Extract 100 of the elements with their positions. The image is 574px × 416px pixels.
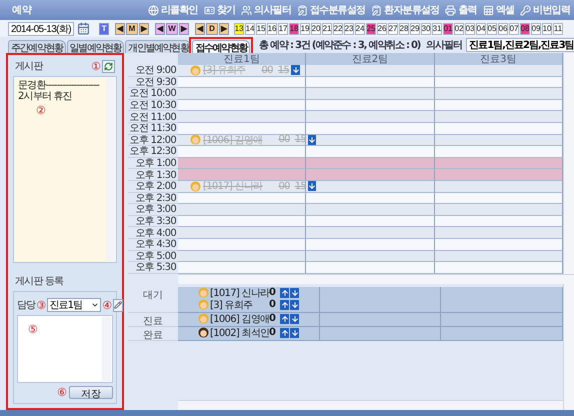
column-header: 진료2팀 — [306, 53, 435, 65]
arrow-down-icon[interactable] — [291, 65, 300, 76]
save-button[interactable]: 저장 — [69, 386, 113, 399]
day-button[interactable]: 29 — [410, 22, 420, 34]
day-button[interactable]: 15 — [256, 22, 266, 34]
callout-number: ③ — [36, 300, 46, 310]
callout-number: ⑥ — [57, 387, 67, 398]
time-slot-row[interactable] — [178, 158, 563, 170]
day-button[interactable]: 02 — [454, 22, 464, 34]
time-slot-row[interactable] — [178, 238, 563, 250]
horizontal-scrollbar[interactable] — [178, 274, 574, 284]
arrow-down-icon[interactable] — [308, 181, 316, 192]
time-slot-row[interactable] — [178, 204, 563, 216]
today-button[interactable]: T — [99, 22, 110, 34]
column-header: 진료1팀 — [178, 53, 306, 65]
notice-field[interactable]: 문경환------------------- 2시부터 휴진 ② — [13, 76, 117, 263]
tab[interactable]: 개인별예약현황 — [125, 40, 192, 53]
calendar-icon[interactable] — [77, 22, 90, 35]
day-button[interactable]: 11 — [553, 22, 564, 34]
section-title: 게시판 등록 — [15, 275, 64, 288]
time-slot-row[interactable] — [178, 216, 563, 228]
board-title: 게시판 — [15, 60, 43, 73]
time-slot-row[interactable] — [178, 227, 563, 239]
day-button[interactable]: 07 — [509, 22, 520, 34]
period-button[interactable]: W — [166, 22, 178, 34]
previous-button[interactable]: ◀ — [155, 22, 166, 34]
scrollbar[interactable] — [106, 78, 115, 261]
time-slot-row[interactable] — [178, 111, 563, 123]
patient-name[interactable]: [1017] 신나라 — [210, 286, 268, 300]
key-icon — [520, 4, 532, 16]
day-button[interactable]: 31 — [432, 22, 442, 34]
day-button[interactable]: 27 — [388, 22, 398, 34]
edit-button[interactable] — [113, 298, 124, 312]
period-button[interactable]: M — [126, 22, 138, 34]
tab[interactable]: 접수예약현황 — [192, 40, 250, 53]
globe-icon — [148, 4, 159, 16]
patient-name: [1017] 신나라 — [203, 180, 262, 194]
day-button[interactable]: 14 — [245, 22, 256, 34]
doctor-filter-field[interactable]: 진료1팀,진료2팀,진료3팀 — [466, 38, 574, 52]
day-button[interactable]: 05 — [487, 22, 498, 34]
day-button[interactable]: 06 — [498, 22, 508, 34]
day-button[interactable]: 01 — [443, 22, 454, 34]
arrow-up-icon[interactable] — [280, 288, 289, 298]
day-button[interactable]: 23 — [344, 22, 354, 34]
next-button[interactable]: ▶ — [139, 22, 150, 34]
day-button[interactable]: 20 — [311, 22, 322, 34]
arrow-up-icon[interactable] — [280, 300, 289, 310]
day-button[interactable]: 08 — [520, 22, 530, 34]
arrow-down-icon[interactable] — [308, 134, 316, 145]
column-header: 진료3팀 — [434, 53, 563, 65]
day-button[interactable]: 22 — [333, 22, 344, 34]
previous-button[interactable]: ◀ — [115, 22, 126, 34]
refresh-button[interactable] — [102, 60, 115, 72]
caret-icon — [91, 301, 100, 309]
arrow-down-icon[interactable] — [290, 328, 299, 338]
reservation-summary: 총 예약 : 3건 (예약준수 : 3, 예약취소 : 0) — [259, 39, 420, 52]
day-button[interactable]: 26 — [377, 22, 388, 34]
next-button[interactable]: ▶ — [219, 22, 230, 34]
day-button[interactable]: 13 — [234, 22, 244, 34]
day-button[interactable]: 18 — [289, 22, 300, 34]
day-button[interactable]: 17 — [278, 22, 288, 34]
time-slot-row[interactable] — [178, 88, 563, 100]
day-button[interactable]: 21 — [322, 22, 332, 34]
previous-button[interactable]: ◀ — [195, 22, 206, 34]
patient-name: [3] 유희주 — [203, 64, 246, 78]
vertical-scrollbar[interactable] — [563, 284, 574, 410]
patient-name[interactable]: [3] 유희주 — [210, 298, 268, 312]
visit-count: 0 — [269, 287, 276, 298]
scrollbar[interactable] — [102, 317, 111, 381]
arrow-up-icon[interactable] — [280, 314, 289, 324]
patient-name[interactable]: [1006] 김영애 — [210, 312, 268, 326]
day-button[interactable]: 24 — [355, 22, 366, 34]
tab[interactable]: 일별예약현황 — [66, 40, 124, 53]
period-button[interactable]: D — [206, 22, 218, 34]
arrow-down-icon[interactable] — [290, 288, 299, 298]
tab[interactable]: 주간예약현황 — [8, 40, 66, 53]
day-button[interactable]: 10 — [542, 22, 552, 34]
vertical-scrollbar[interactable] — [563, 53, 574, 274]
day-button[interactable]: 30 — [421, 22, 432, 34]
message-field[interactable]: ⑤ — [17, 315, 113, 383]
date-field[interactable]: 2014-05-13(화) — [8, 22, 74, 36]
assignee-select[interactable]: 진료1팀 — [47, 298, 102, 312]
day-button[interactable]: 03 — [465, 22, 476, 34]
patient-name[interactable]: [1002] 최석인 — [210, 326, 268, 340]
arrow-down-icon[interactable] — [290, 314, 299, 324]
next-button[interactable]: ▶ — [179, 22, 190, 34]
day-button[interactable]: 16 — [267, 22, 278, 34]
day-button[interactable]: 19 — [300, 22, 310, 34]
arrow-down-icon[interactable] — [290, 300, 299, 310]
time-slot-row[interactable] — [178, 262, 563, 274]
day-button[interactable]: 04 — [476, 22, 486, 34]
callout-number: ⑤ — [28, 324, 38, 335]
day-button[interactable]: 28 — [399, 22, 410, 34]
time-slot-row[interactable] — [178, 100, 563, 112]
clipboard-pen-icon — [371, 4, 382, 16]
day-button[interactable]: 09 — [531, 22, 542, 34]
horizontal-scrollbar[interactable] — [178, 400, 563, 410]
time-slot-row[interactable] — [178, 250, 563, 262]
window-title: 예약 — [12, 4, 32, 17]
arrow-up-icon[interactable] — [280, 328, 289, 338]
